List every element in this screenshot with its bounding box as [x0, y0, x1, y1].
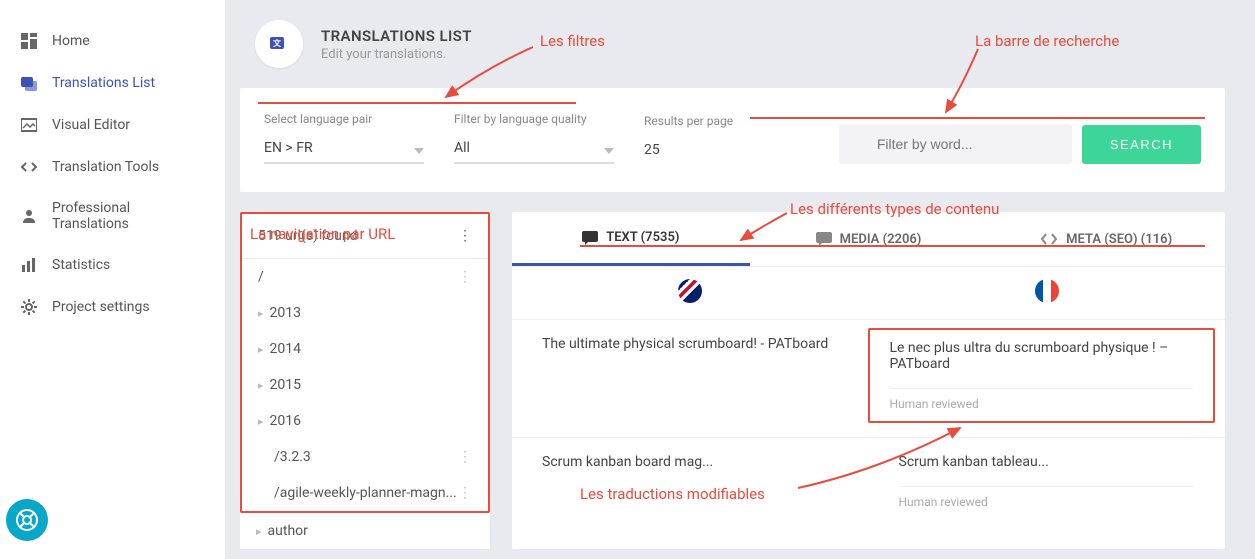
sidebar-item-label: Translation Tools: [52, 159, 159, 175]
filter-label: Select language pair: [264, 112, 424, 126]
language-flags-row: [512, 267, 1225, 319]
flag-fr-icon: [1035, 279, 1059, 303]
page-subtitle: Edit your translations.: [321, 47, 472, 62]
url-item[interactable]: ▸2013: [242, 295, 488, 331]
caret-right-icon: ▸: [258, 307, 264, 320]
url-item[interactable]: /agile-weekly-planner-magn... ⋮: [242, 475, 488, 511]
tab-media[interactable]: MEDIA (2206): [750, 212, 988, 266]
sidebar-item-home[interactable]: Home: [0, 20, 225, 62]
language-pair-select[interactable]: EN > FR: [264, 140, 424, 164]
sidebar-item-project-settings[interactable]: Project settings: [0, 286, 225, 328]
chat-icon: [582, 231, 598, 245]
sidebar-item-label: Translations List: [52, 75, 155, 91]
chat-icon: [816, 232, 832, 246]
filter-language-pair: Select language pair EN > FR: [264, 112, 424, 164]
sidebar-item-statistics[interactable]: Statistics: [0, 244, 225, 286]
sidebar-item-label: Visual Editor: [52, 117, 130, 133]
sidebar-item-translation-tools[interactable]: Translation Tools: [0, 146, 225, 188]
dashboard-icon: [20, 32, 38, 50]
page-title: TRANSLATIONS LIST: [321, 27, 472, 45]
page-header-icon: 文: [255, 20, 303, 68]
main-content: 文 TRANSLATIONS LIST Edit your translatio…: [225, 0, 1255, 559]
select-value: EN > FR: [264, 140, 313, 156]
bar-chart-icon: [20, 256, 38, 274]
more-icon[interactable]: ⋮: [458, 449, 472, 465]
search-button[interactable]: SEARCH: [1082, 125, 1201, 164]
content-tabs: TEXT (7535) MEDIA (2206) META (SEO) (116…: [512, 212, 1225, 267]
gear-icon: [20, 298, 38, 316]
tab-meta[interactable]: META (SEO) (116): [987, 212, 1225, 266]
sidebar: Home Translations List Visual Editor Tra…: [0, 0, 225, 559]
caret-right-icon: ▸: [258, 415, 264, 428]
filter-quality: Filter by language quality All: [454, 112, 614, 164]
caret-right-icon: ▸: [256, 525, 262, 538]
sidebar-item-visual-editor[interactable]: Visual Editor: [0, 104, 225, 146]
url-found-count: 519 url(s) found ⋮: [242, 214, 488, 259]
help-button[interactable]: [6, 499, 48, 541]
image-icon: [20, 116, 38, 134]
annotation-line: [750, 117, 1205, 119]
filter-label: Results per page: [644, 114, 764, 128]
annotation-line: [258, 102, 576, 104]
search-input[interactable]: [839, 124, 1072, 164]
url-item[interactable]: / ⋮: [242, 259, 488, 295]
translate-icon: [20, 74, 38, 92]
filter-label: Filter by language quality: [454, 112, 614, 126]
lifebuoy-icon: [15, 508, 39, 532]
code-icon: [1040, 232, 1058, 246]
code-icon: [20, 158, 38, 176]
sidebar-item-label: Professional Translations: [52, 200, 205, 232]
caret-right-icon: ▸: [258, 379, 264, 392]
translation-status: Human reviewed: [890, 388, 1194, 411]
url-item[interactable]: /3.2.3 ⋮: [242, 439, 488, 475]
target-text[interactable]: Le nec plus ultra du scrumboard physique…: [868, 328, 1216, 423]
person-icon: [20, 207, 38, 225]
chevron-down-icon: [604, 148, 614, 154]
url-item[interactable]: ▸author: [240, 513, 490, 549]
quality-select[interactable]: All: [454, 140, 614, 164]
translations-panel: TEXT (7535) MEDIA (2206) META (SEO) (116…: [512, 212, 1225, 549]
url-item[interactable]: ▸2015: [242, 367, 488, 403]
results-per-page-select[interactable]: 25: [644, 142, 764, 164]
source-text[interactable]: Scrum kanban board mag...: [512, 454, 869, 509]
select-value: 25: [644, 142, 660, 158]
page-header: 文 TRANSLATIONS LIST Edit your translatio…: [225, 0, 1255, 78]
more-icon[interactable]: ⋮: [458, 269, 472, 285]
tab-text[interactable]: TEXT (7535): [512, 212, 750, 266]
translation-row: Scrum kanban board mag... Scrum kanban t…: [512, 437, 1225, 531]
translation-status: Human reviewed: [899, 486, 1196, 509]
chevron-down-icon: [414, 148, 424, 154]
sidebar-item-professional-translations[interactable]: Professional Translations: [0, 188, 225, 244]
target-text[interactable]: Scrum kanban tableau... Human reviewed: [869, 454, 1226, 509]
sidebar-item-label: Project settings: [52, 299, 150, 315]
sidebar-item-translations-list[interactable]: Translations List: [0, 62, 225, 104]
caret-right-icon: ▸: [258, 343, 264, 356]
sidebar-item-label: Statistics: [52, 257, 110, 273]
select-value: All: [454, 140, 470, 156]
filter-results-per-page: Results per page 25: [644, 114, 764, 164]
url-item[interactable]: ▸2014: [242, 331, 488, 367]
more-icon[interactable]: ⋮: [458, 485, 472, 501]
url-navigation-panel: 519 url(s) found ⋮ / ⋮ ▸2013 ▸2014 ▸2015: [240, 212, 490, 513]
more-icon[interactable]: ⋮: [458, 228, 472, 244]
svg-text:文: 文: [273, 38, 282, 48]
sidebar-item-label: Home: [52, 33, 90, 49]
source-text[interactable]: The ultimate physical scrumboard! - PATb…: [512, 336, 876, 415]
annotation-line: [580, 245, 1205, 247]
search-section: SEARCH: [839, 124, 1201, 164]
flag-uk-icon: [678, 279, 702, 303]
url-item[interactable]: ▸2016: [242, 403, 488, 439]
translation-row: The ultimate physical scrumboard! - PATb…: [512, 319, 1225, 437]
